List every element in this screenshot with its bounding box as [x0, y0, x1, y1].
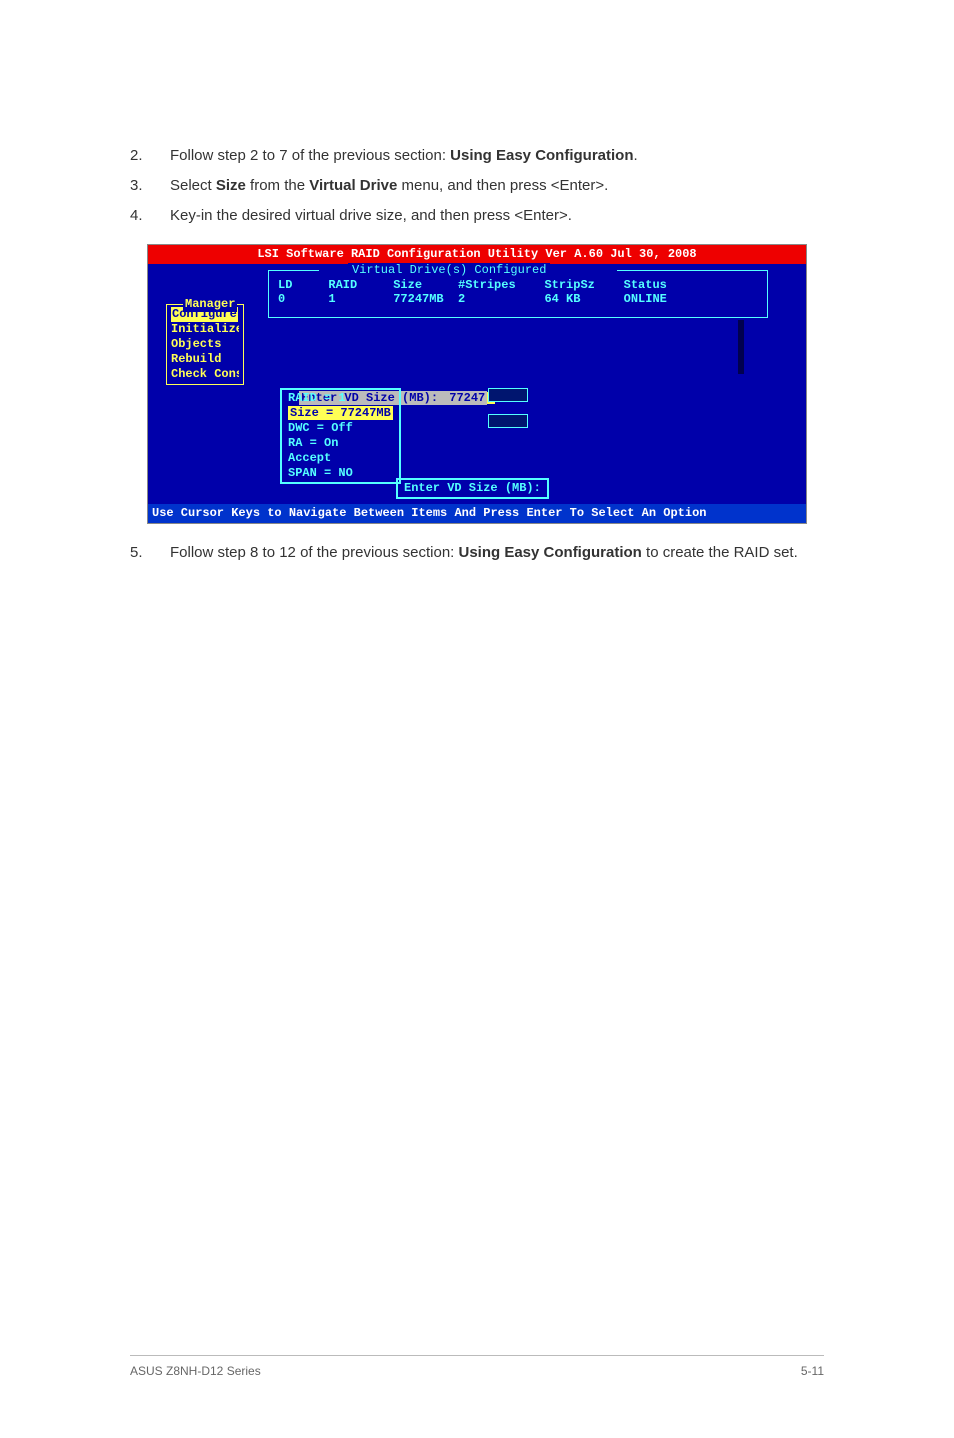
prop-raid[interactable]: RAID = 1 [288, 391, 393, 406]
divider [738, 320, 744, 374]
step-body: Key-in the desired virtual drive size, a… [170, 205, 824, 227]
decorative-bar [488, 388, 528, 402]
text: Follow step 8 to 12 of the previous sect… [170, 544, 459, 561]
step-body: Follow step 8 to 12 of the previous sect… [170, 542, 824, 564]
table-values: 0 1 77247MB 2 64 KB ONLINE [278, 292, 667, 307]
bios-body: Virtual Drive(s) Configured LD RAID Size… [148, 264, 806, 504]
prop-accept[interactable]: Accept [288, 451, 393, 466]
menu-rebuild[interactable]: Rebuild [171, 352, 239, 367]
page-footer: ASUS Z8NH-D12 Series 5-11 [130, 1355, 824, 1378]
properties-box: RAID = 1 Size = 77247MB DWC = Off RA = O… [280, 388, 401, 484]
prop-dwc[interactable]: DWC = Off [288, 421, 393, 436]
text: from the [246, 177, 309, 194]
prop-ra[interactable]: RA = On [288, 436, 393, 451]
bold-text: Size [216, 177, 246, 194]
step-number: 4. [130, 205, 170, 227]
step-body: Follow step 2 to 7 of the previous secti… [170, 145, 824, 167]
menu-check[interactable]: Check Consistency [171, 367, 239, 382]
step-body: Select Size from the Virtual Drive menu,… [170, 175, 824, 197]
prop-size-selected: Size = 77247MB [288, 406, 393, 420]
text: to create the RAID set. [642, 544, 798, 561]
bios-footer: Use Cursor Keys to Navigate Between Item… [148, 504, 806, 523]
text: menu, and then press <Enter>. [397, 177, 608, 194]
prop-span[interactable]: SPAN = NO [288, 466, 393, 481]
hint-box: Enter VD Size (MB): [396, 478, 549, 499]
step-2: 2. Follow step 2 to 7 of the previous se… [130, 145, 824, 167]
text: Check Consistency [171, 367, 239, 381]
text: Follow step 2 to 7 of the previous secti… [170, 147, 450, 164]
bold-text: Virtual Drive [309, 177, 397, 194]
step-4: 4. Key-in the desired virtual drive size… [130, 205, 824, 227]
input-value[interactable]: 77247 [447, 391, 487, 405]
text: . [634, 147, 638, 164]
step-number: 2. [130, 145, 170, 167]
step-3: 3. Select Size from the Virtual Drive me… [130, 175, 824, 197]
text: Select [170, 177, 216, 194]
footer-left: ASUS Z8NH-D12 Series [130, 1364, 261, 1378]
prop-size[interactable]: Size = 77247MB [288, 406, 393, 421]
menu-objects[interactable]: Objects [171, 337, 239, 352]
bold-text: Using Easy Configuration [450, 147, 633, 164]
menu-initialize[interactable]: Initialize [171, 322, 239, 337]
table-headers: LD RAID Size #Stripes StripSz Status [278, 278, 667, 293]
bold-text: Using Easy Configuration [459, 544, 642, 561]
footer-page-number: 5-11 [801, 1364, 824, 1378]
step-5: 5. Follow step 8 to 12 of the previous s… [130, 542, 824, 564]
step-number: 5. [130, 542, 170, 564]
decorative-bar [488, 414, 528, 428]
bios-title: LSI Software RAID Configuration Utility … [148, 245, 806, 264]
sidebar-menu: Manager Configure Initialize Objects Reb… [166, 304, 244, 385]
bios-screenshot: LSI Software RAID Configuration Utility … [147, 244, 807, 524]
step-number: 3. [130, 175, 170, 197]
sidebar-label: Manager [183, 297, 237, 312]
